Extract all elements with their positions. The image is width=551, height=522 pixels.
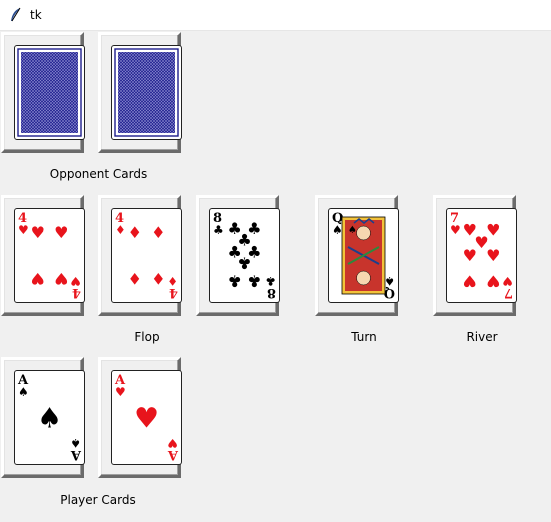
card-suit-corner: ♠ (70, 436, 81, 450)
card-8-clubs: 8 ♣ 8 ♣ ♣ ♣ ♣ ♣ ♣ ♣ ♣ ♣ (209, 208, 280, 303)
flop-card-3-button[interactable]: 8 ♣ 8 ♣ ♣ ♣ ♣ ♣ ♣ ♣ ♣ ♣ (196, 195, 280, 316)
card-suit-corner: ♥ (115, 385, 126, 399)
card-suit-corner: ♠ (18, 385, 29, 399)
card-suit-corner: ♦ (115, 223, 126, 237)
card-suit-corner: ♥ (167, 436, 178, 450)
turn-label: Turn (351, 330, 377, 344)
card-pip: ♣ (228, 271, 242, 290)
card-suit-corner: ♣ (213, 223, 224, 237)
window-title: tk (30, 8, 42, 22)
flop-card-2-button[interactable]: 4 ♦ 4 ♦ ♦ ♦ ♦ ♦ (98, 195, 182, 316)
turn-card-button[interactable]: Q ♠ Q ♠ ♠ (315, 195, 399, 316)
card-suit-corner: ♠ (384, 274, 395, 288)
player-card-2-button[interactable]: A ♥ A ♥ ♥ (98, 357, 182, 478)
card-back-pattern (21, 52, 78, 133)
flop-card-1-button[interactable]: 4 ♥ 4 ♥ ♥ ♥ ♥ ♥ (1, 195, 85, 316)
card-pip: ♥ (54, 223, 68, 242)
river-card-button[interactable]: 7 ♥ 7 ♥ ♥ ♥ ♥ ♥ ♥ ♥ ♥ (433, 195, 517, 316)
card-pip: ♥ (54, 269, 68, 288)
card-suit-corner: ♥ (502, 274, 513, 288)
card-suit-corner: ♠ (332, 223, 343, 237)
opponent-cards-label: Opponent Cards (49, 167, 148, 181)
feather-icon (11, 7, 21, 22)
card-suit-corner: ♦ (167, 274, 178, 288)
card-pip: ♥ (31, 223, 45, 242)
card-suit-corner: ♥ (450, 223, 461, 237)
river-label: River (466, 330, 498, 344)
card-7-hearts: 7 ♥ 7 ♥ ♥ ♥ ♥ ♥ ♥ ♥ ♥ (446, 208, 517, 303)
card-pip: ♦ (128, 269, 142, 288)
opponent-card-2-button[interactable] (98, 32, 182, 153)
card-back-pattern (118, 52, 175, 133)
card-pip: ♥ (486, 271, 500, 290)
card-pip: ♠ (37, 401, 62, 434)
card-pip: ♥ (463, 271, 477, 290)
card-pip: ♣ (237, 254, 251, 273)
card-back (14, 45, 85, 140)
card-back (111, 45, 182, 140)
card-suit-corner: ♥ (70, 274, 81, 288)
card-4-diamonds: 4 ♦ 4 ♦ ♦ ♦ ♦ ♦ (111, 208, 182, 303)
card-pip: ♣ (247, 271, 261, 290)
opponent-card-1-button[interactable] (1, 32, 85, 153)
card-pip: ♥ (31, 269, 45, 288)
card-a-hearts: A ♥ A ♥ ♥ (111, 370, 182, 465)
card-pip: ♥ (134, 401, 159, 434)
svg-text:♠: ♠ (348, 225, 357, 236)
player-card-1-button[interactable]: A ♠ A ♠ ♠ (1, 357, 85, 478)
card-pip: ♦ (151, 269, 165, 288)
card-a-spades: A ♠ A ♠ ♠ (14, 370, 85, 465)
card-pip: ♥ (463, 246, 477, 265)
title-bar: tk (0, 0, 551, 31)
card-suit-corner: ♣ (265, 274, 276, 288)
flop-label: Flop (134, 330, 160, 344)
card-q-spades: Q ♠ Q ♠ ♠ (328, 208, 399, 303)
card-suit-corner: ♥ (18, 223, 29, 237)
card-pip: ♥ (486, 246, 500, 265)
card-pip: ♦ (128, 223, 142, 242)
card-pip: ♦ (151, 223, 165, 242)
player-cards-label: Player Cards (60, 493, 136, 507)
card-4-hearts: 4 ♥ 4 ♥ ♥ ♥ ♥ ♥ (14, 208, 85, 303)
